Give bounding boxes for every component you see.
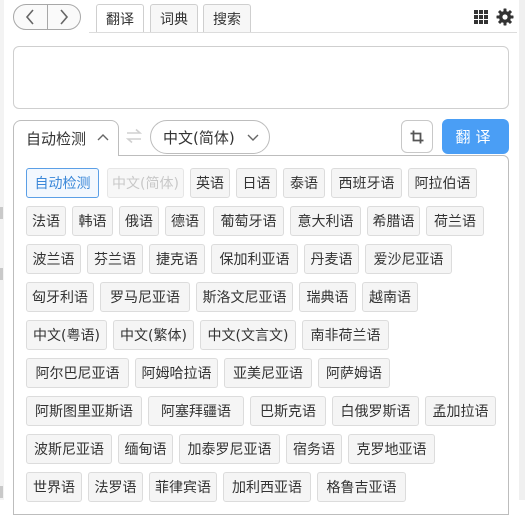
language-option[interactable]: 亚美尼亚语 — [224, 358, 312, 388]
language-option[interactable]: 保加利亚语 — [211, 244, 298, 274]
chevron-up-icon — [97, 134, 109, 141]
chevron-down-icon — [247, 134, 259, 141]
translate-button[interactable]: 翻译 — [442, 119, 509, 154]
chevron-right-icon — [60, 9, 68, 25]
language-option[interactable]: 中文(粤语) — [26, 320, 107, 350]
chevron-left-icon — [26, 9, 34, 25]
forward-button[interactable] — [46, 5, 81, 29]
language-option[interactable]: 阿尔巴尼亚语 — [26, 358, 129, 388]
language-option[interactable]: 南非荷兰语 — [302, 320, 389, 350]
source-language-select[interactable]: 自动检测 — [13, 120, 119, 156]
language-option[interactable]: 波斯尼亚语 — [26, 434, 112, 464]
language-option[interactable]: 希腊语 — [367, 206, 420, 236]
language-dropdown-panel: 自动检测 中文(简体) 英语 日语 泰语 西班牙语 阿拉伯语法语 韩语 俄语 德语 葡萄牙语 意大利语… — [13, 155, 509, 515]
language-option[interactable]: 韩语 — [72, 206, 113, 236]
language-option[interactable]: 阿拉伯语 — [408, 168, 477, 198]
language-option[interactable]: 法语 — [26, 206, 66, 236]
history-nav — [13, 4, 81, 30]
language-option[interactable]: 捷克语 — [149, 244, 205, 274]
language-option[interactable]: 中文(繁体) — [113, 320, 194, 350]
language-option[interactable]: 罗马尼亚语 — [100, 282, 190, 312]
language-option[interactable]: 西班牙语 — [331, 168, 402, 198]
language-option[interactable]: 阿塞拜疆语 — [148, 396, 244, 426]
target-language-label: 中文(简体) — [163, 128, 235, 147]
back-button[interactable] — [14, 5, 47, 29]
language-option[interactable]: 中文(文言文) — [200, 320, 296, 350]
language-option[interactable]: 孟加拉语 — [425, 396, 496, 426]
crop-icon — [410, 130, 424, 143]
language-option[interactable]: 白俄罗斯语 — [332, 396, 419, 426]
apps-grid-icon[interactable] — [474, 10, 488, 24]
source-language-label: 自动检测 — [26, 130, 87, 148]
language-option[interactable]: 缅甸语 — [118, 434, 173, 464]
language-option[interactable]: 荷兰语 — [426, 206, 484, 236]
language-option[interactable]: 德语 — [165, 206, 205, 236]
language-option[interactable]: 阿萨姆语 — [318, 358, 390, 388]
language-option[interactable]: 法罗语 — [88, 472, 143, 502]
language-option[interactable]: 菲律宾语 — [149, 472, 217, 502]
language-option[interactable]: 日语 — [236, 168, 277, 198]
language-option[interactable]: 格鲁吉亚语 — [317, 472, 406, 502]
language-option[interactable]: 英语 — [190, 168, 230, 198]
scrollbar[interactable] — [519, 0, 525, 500]
tab-dictionary[interactable]: 词典 — [150, 4, 198, 32]
language-option[interactable]: 阿姆哈拉语 — [135, 358, 218, 388]
language-option[interactable]: 意大利语 — [290, 206, 361, 236]
window-left-edge — [0, 0, 4, 500]
language-option[interactable]: 芬兰语 — [87, 244, 143, 274]
language-option[interactable]: 自动检测 — [26, 168, 99, 198]
language-option[interactable]: 葡萄牙语 — [213, 206, 284, 236]
language-option[interactable]: 巴斯克语 — [250, 396, 326, 426]
tab-translate[interactable]: 翻译 — [96, 4, 144, 33]
language-option[interactable]: 世界语 — [26, 472, 82, 502]
tab-search[interactable]: 搜索 — [203, 4, 251, 32]
language-option[interactable]: 越南语 — [362, 282, 418, 312]
language-option[interactable]: 阿斯图里亚斯语 — [26, 396, 142, 426]
swap-languages-icon[interactable] — [125, 128, 143, 144]
language-option[interactable]: 宿务语 — [286, 434, 342, 464]
gear-icon[interactable] — [495, 7, 515, 27]
language-option[interactable]: 斯洛文尼亚语 — [196, 282, 293, 312]
language-option[interactable]: 瑞典语 — [299, 282, 356, 312]
tab-divider — [89, 32, 517, 33]
language-option[interactable]: 加利西亚语 — [223, 472, 311, 502]
language-option[interactable]: 泰语 — [283, 168, 325, 198]
language-option[interactable]: 克罗地亚语 — [348, 434, 435, 464]
language-option[interactable]: 加泰罗尼亚语 — [179, 434, 280, 464]
target-language-select[interactable]: 中文(简体) — [150, 120, 270, 154]
language-option[interactable]: 波兰语 — [26, 244, 81, 274]
source-text-input[interactable] — [13, 46, 509, 109]
language-option[interactable]: 匈牙利语 — [26, 282, 94, 312]
language-option[interactable]: 丹麦语 — [304, 244, 359, 274]
language-option[interactable]: 俄语 — [119, 206, 159, 236]
language-option[interactable]: 中文(简体) — [107, 168, 184, 198]
screenshot-translate-button[interactable] — [401, 120, 433, 153]
language-option[interactable]: 爱沙尼亚语 — [365, 244, 452, 274]
